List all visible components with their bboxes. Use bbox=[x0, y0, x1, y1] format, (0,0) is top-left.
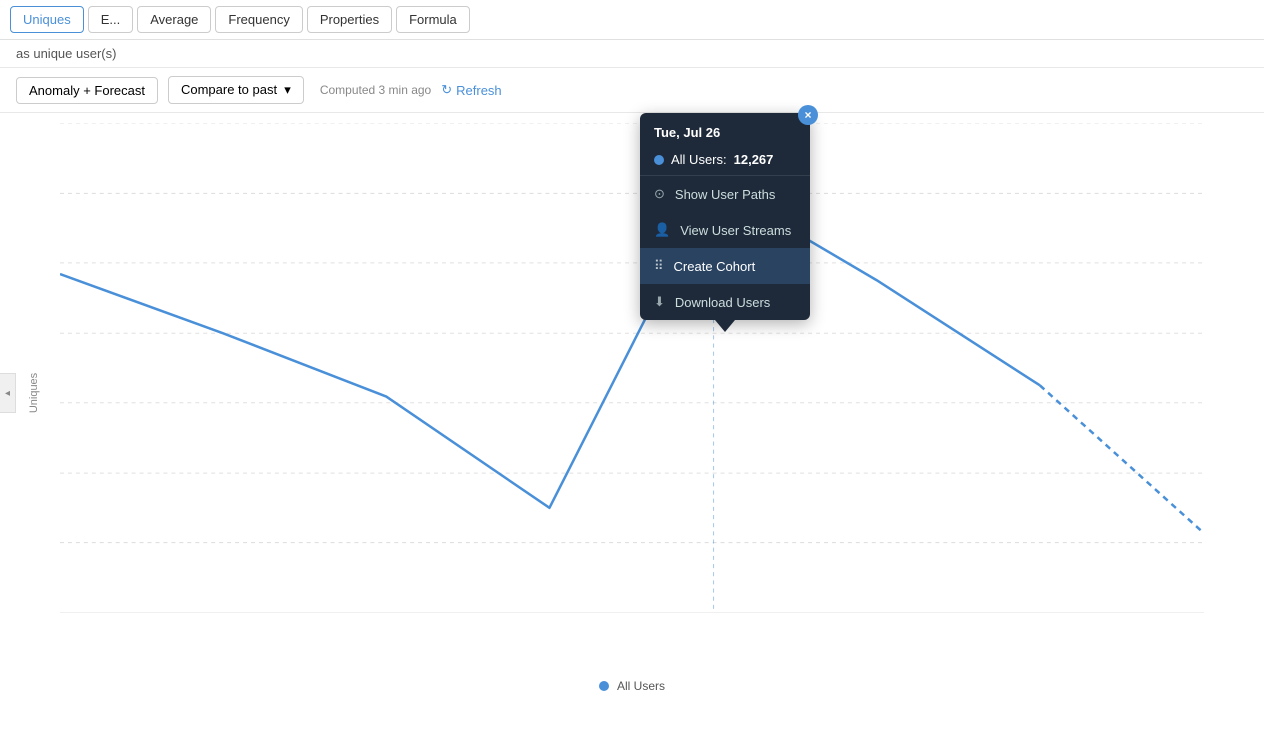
tooltip-metric-row: All Users: 12,267 bbox=[640, 148, 810, 175]
toolbar: Anomaly + Forecast Compare to past ▾ Com… bbox=[0, 68, 1264, 113]
legend-label-all-users: All Users bbox=[617, 679, 665, 693]
tooltip-metric-value: 12,267 bbox=[734, 152, 774, 167]
menu-label-show-user-paths: Show User Paths bbox=[675, 187, 775, 202]
tooltip-menu-view-user-streams[interactable]: 👤 View User Streams bbox=[640, 212, 810, 248]
tab-e[interactable]: E... bbox=[88, 6, 134, 33]
y-axis-label: Uniques bbox=[28, 373, 40, 413]
chart-legend: All Users bbox=[0, 673, 1264, 699]
chart-area: 0 2k 4k 6k 8k 10k 12k 14k Jul 22 Jul 23 … bbox=[60, 123, 1204, 613]
tooltip-arrow bbox=[715, 320, 735, 332]
subtitle-text: as unique user(s) bbox=[16, 46, 116, 61]
anomaly-forecast-button[interactable]: Anomaly + Forecast bbox=[16, 77, 158, 104]
chart-container: ◂ Uniques 0 2k 4k 6k 8k 10k 12k 14k bbox=[0, 113, 1264, 673]
tooltip-metric-label: All Users: bbox=[671, 152, 727, 167]
compare-to-past-button[interactable]: Compare to past ▾ bbox=[168, 76, 304, 104]
computed-time-text: Computed 3 min ago bbox=[320, 83, 431, 97]
menu-label-create-cohort: Create Cohort bbox=[674, 259, 756, 274]
collapse-arrow[interactable]: ◂ bbox=[0, 373, 16, 413]
menu-label-download-users: Download Users bbox=[675, 295, 770, 310]
tab-average[interactable]: Average bbox=[137, 6, 211, 33]
tooltip-dot bbox=[654, 155, 664, 165]
legend-dot-all-users bbox=[599, 681, 609, 691]
tooltip-menu-create-cohort[interactable]: ⠿ Create Cohort bbox=[640, 248, 810, 284]
tab-frequency[interactable]: Frequency bbox=[215, 6, 302, 33]
tab-formula[interactable]: Formula bbox=[396, 6, 470, 33]
tooltip-popup: × Tue, Jul 26 All Users: 12,267 ⊙ Show U… bbox=[640, 113, 810, 320]
cohort-icon: ⠿ bbox=[654, 258, 664, 274]
subtitle-bar: as unique user(s) bbox=[0, 40, 1264, 68]
tab-properties[interactable]: Properties bbox=[307, 6, 392, 33]
download-icon: ⬇ bbox=[654, 294, 665, 310]
tooltip-menu-show-user-paths[interactable]: ⊙ Show User Paths bbox=[640, 176, 810, 212]
eye-icon: ⊙ bbox=[654, 186, 665, 202]
menu-label-view-user-streams: View User Streams bbox=[680, 223, 791, 238]
tooltip-menu-download-users[interactable]: ⬇ Download Users bbox=[640, 284, 810, 320]
refresh-button[interactable]: ↻ Refresh bbox=[441, 82, 501, 98]
tab-uniques[interactable]: Uniques bbox=[10, 6, 84, 33]
tooltip-close-button[interactable]: × bbox=[798, 105, 818, 125]
streams-icon: 👤 bbox=[654, 222, 670, 238]
chart-tabs: Uniques E... Average Frequency Propertie… bbox=[0, 0, 1264, 40]
chart-svg: 0 2k 4k 6k 8k 10k 12k 14k Jul 22 Jul 23 … bbox=[60, 123, 1204, 613]
refresh-icon: ↻ bbox=[441, 82, 452, 98]
refresh-label: Refresh bbox=[456, 83, 502, 98]
tooltip-date: Tue, Jul 26 bbox=[640, 125, 810, 148]
